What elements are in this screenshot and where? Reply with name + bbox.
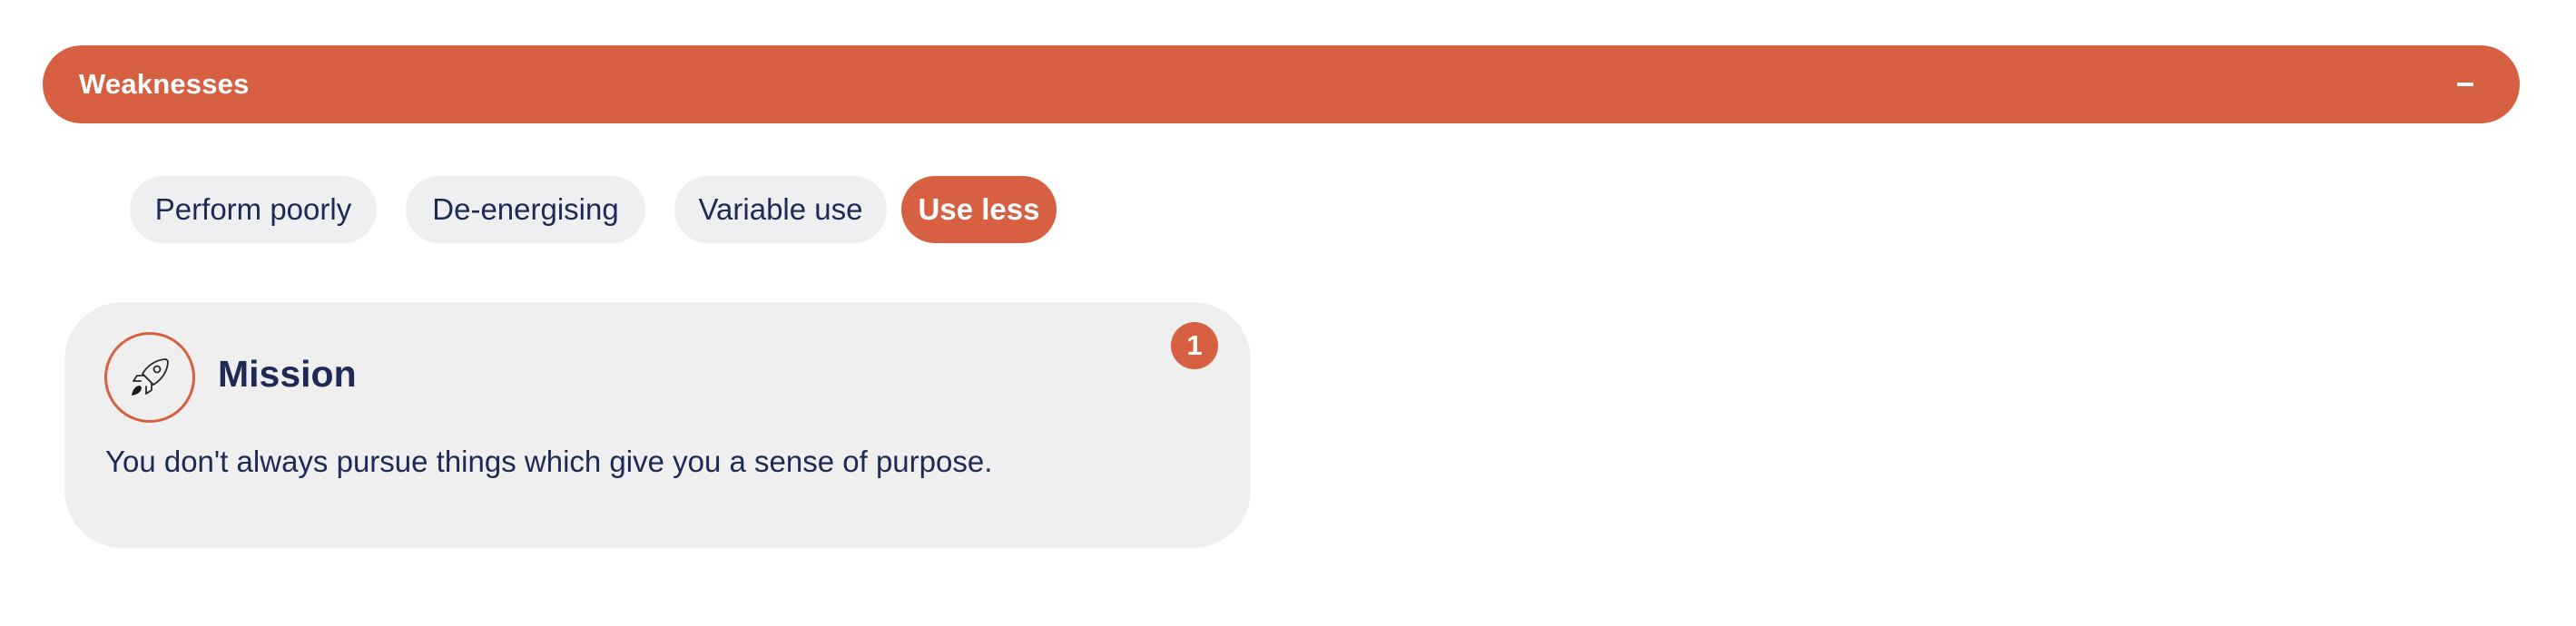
- filter-chip-use-less[interactable]: Use less: [901, 176, 1057, 243]
- card-title: Mission: [218, 353, 357, 395]
- rocket-icon-svg: [132, 358, 169, 396]
- filter-chip-variable-use[interactable]: Variable use: [674, 176, 887, 243]
- filter-chips: Perform poorly De-energising Variable us…: [130, 176, 1057, 243]
- accordion-title: Weaknesses: [79, 68, 250, 100]
- minus-bar: [2457, 83, 2473, 86]
- card-description: You don't always pursue things which giv…: [105, 445, 993, 478]
- filter-chip-de-energising[interactable]: De-energising: [406, 176, 645, 243]
- weaknesses-accordion-header[interactable]: Weaknesses: [43, 45, 2520, 123]
- count-badge: 1: [1171, 322, 1218, 369]
- minus-icon[interactable]: [2447, 66, 2483, 103]
- filter-chip-perform-poorly[interactable]: Perform poorly: [130, 176, 377, 243]
- rocket-icon: [104, 332, 195, 423]
- strength-card-mission: Mission You don't always pursue things w…: [64, 302, 1251, 548]
- weaknesses-section: Weaknesses Perform poorly De-energising …: [0, 0, 2576, 626]
